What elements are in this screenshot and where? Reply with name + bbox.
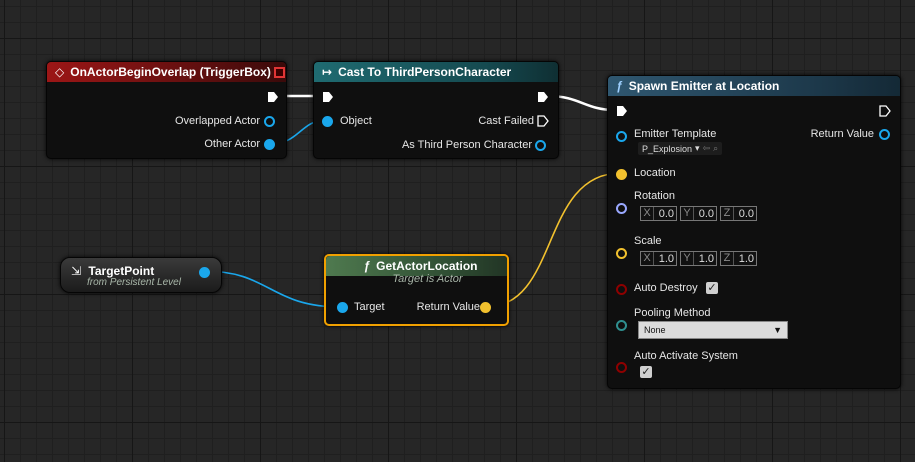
cast-node-header[interactable]: ↦ Cast To ThirdPersonCharacter <box>314 62 558 82</box>
pin-label-getloc-return: Return Value <box>416 301 480 313</box>
getactorlocation-subtitle: Target is Actor <box>392 273 463 285</box>
scale-z-field[interactable]: Z 1.0 <box>720 251 757 266</box>
targetpoint-title: TargetPoint <box>88 264 155 278</box>
pin-label-rotation: Rotation <box>634 190 675 202</box>
chevron-down-icon: ▼ <box>773 325 782 335</box>
pin-label-auto-destroy: Auto Destroy <box>634 282 698 294</box>
emitter-template-value: P_Explosion <box>642 143 693 154</box>
scale-x-value: 1.0 <box>658 252 674 265</box>
axis-y-label: Y <box>681 207 694 220</box>
event-node-header[interactable]: ◇ OnActorBeginOverlap (TriggerBox) <box>47 62 286 82</box>
rotation-z-value: 0.0 <box>738 207 754 220</box>
cast-node[interactable]: ↦ Cast To ThirdPersonCharacter Object Ca… <box>313 61 559 159</box>
pin-label-overlapped-actor: Overlapped Actor <box>175 115 260 127</box>
pin-label-pooling-method: Pooling Method <box>634 307 711 319</box>
emitter-template-asset-picker[interactable]: P_Explosion ▾ ⇦ ⌕ <box>638 142 723 155</box>
auto-destroy-checkbox[interactable]: ✓ <box>706 282 718 294</box>
rotation-inputs: X 0.0 Y 0.0 Z 0.0 <box>640 206 757 221</box>
rotation-y-field[interactable]: Y 0.0 <box>680 206 717 221</box>
axis-z-label: Z <box>721 252 734 265</box>
scale-z-value: 1.0 <box>738 252 754 265</box>
event-node-title: OnActorBeginOverlap (TriggerBox) <box>70 65 271 79</box>
object-wire-targetpoint-to-target <box>203 270 342 308</box>
function-icon: ƒ <box>363 259 371 273</box>
auto-activate-checkbox[interactable]: ✓ <box>640 366 652 378</box>
as-third-person-pin[interactable] <box>535 140 546 151</box>
delegate-pin-icon[interactable] <box>274 67 285 78</box>
function-icon: ƒ <box>616 79 623 93</box>
spawn-node-title: Spawn Emitter at Location <box>628 79 780 93</box>
pin-label-as-third-person: As Third Person Character <box>401 139 532 151</box>
axis-x-label: X <box>641 207 654 220</box>
pin-label-auto-activate: Auto Activate System <box>634 350 738 362</box>
scale-y-value: 1.0 <box>698 252 714 265</box>
emitter-template-pin[interactable] <box>616 131 627 142</box>
axis-x-label: X <box>641 252 654 265</box>
overlapped-actor-pin[interactable] <box>264 116 275 127</box>
pin-label-object: Object <box>340 115 372 127</box>
scale-inputs: X 1.0 Y 1.0 Z 1.0 <box>640 251 757 266</box>
targetpoint-subtitle: from Persistent Level <box>87 277 181 288</box>
other-actor-pin[interactable] <box>264 139 275 150</box>
pooling-method-dropdown[interactable]: None ▼ <box>638 321 788 339</box>
cast-node-title: Cast To ThirdPersonCharacter <box>338 65 512 79</box>
auto-activate-pin[interactable] <box>616 362 627 373</box>
scale-pin[interactable] <box>616 248 627 259</box>
actor-reference-icon: ⇲ <box>71 264 82 278</box>
pin-label-cast-failed: Cast Failed <box>478 115 534 127</box>
rotation-z-field[interactable]: Z 0.0 <box>720 206 757 221</box>
event-node-onactorbeginoverlap[interactable]: ◇ OnActorBeginOverlap (TriggerBox) Overl… <box>46 61 287 159</box>
chevron-down-icon: ▾ <box>695 143 700 153</box>
getactorlocation-header[interactable]: ƒ GetActorLocation Target is Actor <box>326 256 507 285</box>
getloc-target-pin[interactable] <box>337 302 348 313</box>
spawn-node-header[interactable]: ƒ Spawn Emitter at Location <box>608 76 900 96</box>
pin-label-return-value: Return Value <box>810 128 874 140</box>
targetpoint-out-pin[interactable] <box>199 267 210 278</box>
cast-arrow-icon: ↦ <box>322 65 333 79</box>
targetpoint-header[interactable]: ⇲ TargetPoint <box>71 264 154 278</box>
browse-magnifier-icon[interactable]: ⌕ <box>713 143 718 154</box>
event-diamond-icon: ◇ <box>55 65 65 79</box>
getactorlocation-node[interactable]: ƒ GetActorLocation Target is Actor Target… <box>324 254 509 326</box>
getactorlocation-title: GetActorLocation <box>376 259 478 273</box>
scale-y-field[interactable]: Y 1.0 <box>680 251 717 266</box>
pin-label-scale: Scale <box>634 235 662 247</box>
pooling-method-value: None <box>644 325 666 335</box>
rotation-x-value: 0.0 <box>658 207 674 220</box>
rotation-x-field[interactable]: X 0.0 <box>640 206 677 221</box>
scale-x-field[interactable]: X 1.0 <box>640 251 677 266</box>
location-pin[interactable] <box>616 169 627 180</box>
rotation-pin[interactable] <box>616 203 627 214</box>
rotation-y-value: 0.0 <box>698 207 714 220</box>
spawn-return-value-pin[interactable] <box>879 129 890 140</box>
pooling-method-pin[interactable] <box>616 320 627 331</box>
cast-object-pin[interactable] <box>322 116 333 127</box>
targetpoint-node[interactable]: ⇲ TargetPoint from Persistent Level <box>60 257 222 293</box>
spawn-emitter-node[interactable]: ƒ Spawn Emitter at Location Emitter Temp… <box>607 75 901 389</box>
axis-y-label: Y <box>681 252 694 265</box>
axis-z-label: Z <box>721 207 734 220</box>
getloc-return-pin[interactable] <box>480 302 491 313</box>
use-selected-arrow-icon[interactable]: ⇦ <box>703 143 711 154</box>
auto-destroy-pin[interactable] <box>616 284 627 295</box>
pin-label-location: Location <box>634 167 676 179</box>
pin-label-other-actor: Other Actor <box>204 138 260 150</box>
pin-label-target: Target <box>354 301 385 313</box>
pin-label-emitter-template: Emitter Template <box>634 128 717 140</box>
